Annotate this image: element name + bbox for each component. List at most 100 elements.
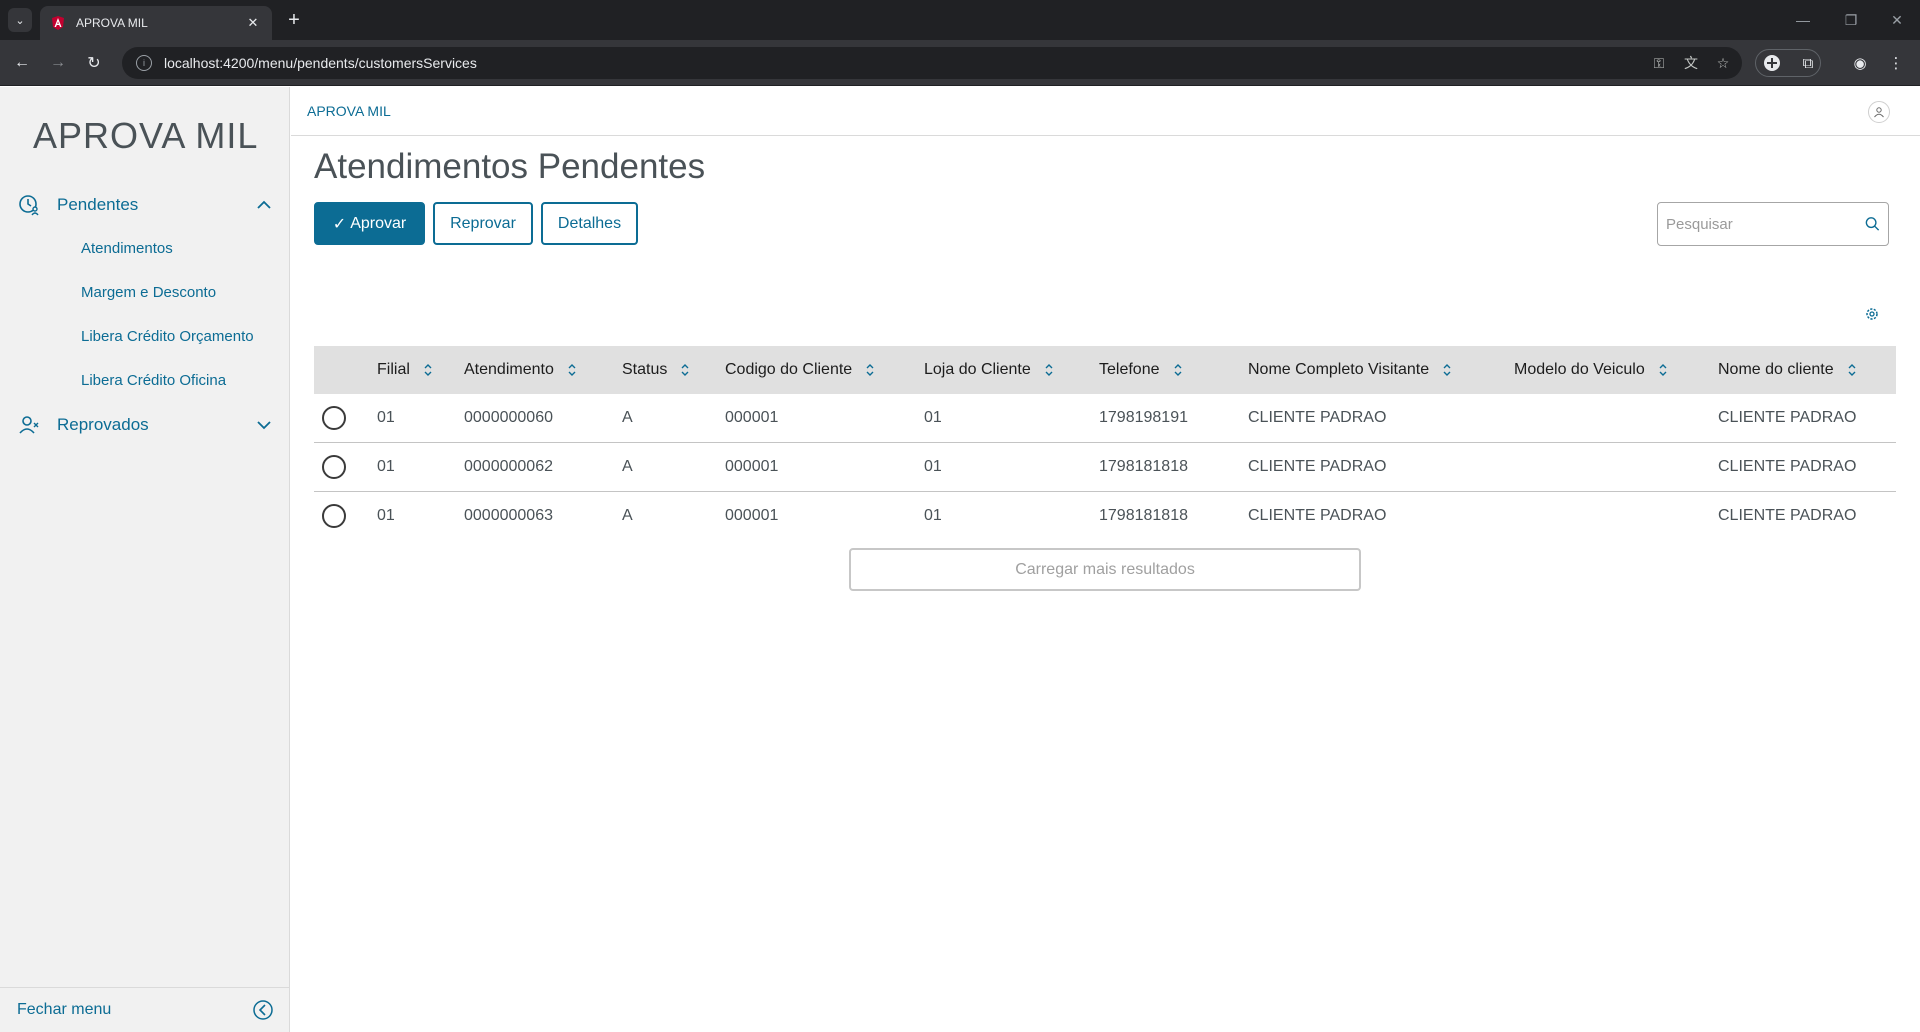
sidebar-group-label: Reprovados <box>57 415 149 434</box>
table-cell: 01 <box>377 458 395 475</box>
column-header[interactable]: Atendimento <box>464 346 578 394</box>
table-body: 01 0000000060 A 000001 01 1798198191 CLIENTE P… <box>314 394 1896 541</box>
column-header[interactable]: Nome Completo Visitante <box>1248 346 1453 394</box>
main-content: APROVA MIL Atendimentos Pendentes ✓ Apro… <box>291 87 1920 1032</box>
table-cell: 000001 <box>725 409 779 426</box>
column-header[interactable]: Telefone <box>1099 346 1184 394</box>
sort-icon[interactable] <box>864 363 876 377</box>
bookmark-star-icon[interactable]: ☆ <box>1714 54 1732 72</box>
table-row[interactable]: 01 0000000062 A 000001 01 1798181818 CLIENTE P… <box>314 443 1896 492</box>
table-cell: 000001 <box>725 507 779 524</box>
column-header-label: Nome do cliente <box>1718 361 1834 378</box>
column-header[interactable]: Modelo do Veiculo <box>1514 346 1669 394</box>
sort-icon[interactable] <box>566 363 578 377</box>
user-x-icon <box>19 416 39 434</box>
column-header-label: Filial <box>377 361 410 378</box>
table-cell: 1798181818 <box>1099 507 1188 524</box>
extension-add-icon[interactable] <box>1761 52 1783 74</box>
details-button[interactable]: Detalhes <box>541 202 638 245</box>
table-cell: 01 <box>377 409 395 426</box>
browser-tab-bar: ⌄ APROVA MIL ✕ + — ❐ ✕ <box>0 0 1920 40</box>
table-cell: 0000000062 <box>464 458 553 475</box>
sort-icon[interactable] <box>1846 363 1858 377</box>
sort-icon[interactable] <box>679 363 691 377</box>
close-menu-button[interactable]: Fechar menu <box>0 987 290 1032</box>
customers-table: Filial Atendimento Status Codigo do Cliente… <box>314 346 1896 541</box>
address-bar[interactable]: i localhost:4200/menu/pendents/customers… <box>122 47 1742 79</box>
table-cell: CLIENTE PADRAO <box>1248 507 1387 524</box>
browser-tab[interactable]: APROVA MIL ✕ <box>40 6 272 40</box>
chevron-down-icon <box>257 421 271 430</box>
search-icon[interactable] <box>1865 213 1880 235</box>
brand-logo: APROVA MIL <box>33 115 259 156</box>
row-select-radio[interactable] <box>322 455 346 479</box>
back-icon[interactable]: ← <box>10 51 34 75</box>
search-input[interactable] <box>1666 215 1865 233</box>
column-header-label: Telefone <box>1099 361 1160 378</box>
column-header[interactable]: Nome do cliente <box>1718 346 1858 394</box>
column-header[interactable]: Codigo do Cliente <box>725 346 876 394</box>
close-menu-label: Fechar menu <box>17 1001 112 1018</box>
row-select-radio[interactable] <box>322 504 346 528</box>
column-header-label: Loja do Cliente <box>924 361 1031 378</box>
url-text: localhost:4200/menu/pendents/customersSe… <box>164 55 477 71</box>
new-tab-button[interactable]: + <box>282 8 306 32</box>
column-header[interactable]: Status <box>622 346 691 394</box>
sort-icon[interactable] <box>1043 363 1055 377</box>
password-key-icon[interactable]: ⚿ <box>1650 54 1668 72</box>
browser-toolbar: ← → ↻ i localhost:4200/menu/pendents/cus… <box>0 40 1920 86</box>
table-cell: 01 <box>924 409 942 426</box>
window-close-icon[interactable]: ✕ <box>1882 8 1912 32</box>
minimize-icon[interactable]: — <box>1788 8 1818 32</box>
sidebar: APROVA MIL Pendentes Atendimentos Margem… <box>0 87 290 1032</box>
sort-icon[interactable] <box>1441 363 1453 377</box>
translate-icon[interactable]: 文 <box>1682 54 1700 72</box>
column-header[interactable]: Loja do Cliente <box>924 346 1055 394</box>
table-cell: CLIENTE PADRAO <box>1248 409 1387 426</box>
column-header-label: Nome Completo Visitante <box>1248 361 1430 378</box>
forward-icon[interactable]: → <box>46 51 70 75</box>
table-row[interactable]: 01 0000000063 A 000001 01 1798181818 CLIENTE P… <box>314 492 1896 541</box>
user-avatar-icon[interactable] <box>1868 101 1890 123</box>
table-cell: 01 <box>377 507 395 524</box>
column-header[interactable]: Filial <box>377 346 434 394</box>
column-header-label: Status <box>622 361 668 378</box>
sidebar-group-pendentes[interactable]: Pendentes <box>0 185 290 225</box>
tab-search-button[interactable]: ⌄ <box>8 8 32 32</box>
page-title: Atendimentos Pendentes <box>314 147 706 186</box>
tab-close-icon[interactable]: ✕ <box>244 15 262 31</box>
gear-icon[interactable] <box>1864 306 1880 322</box>
table-cell: CLIENTE PADRAO <box>1718 507 1857 524</box>
sidebar-item-margem-desconto[interactable]: Margem e Desconto <box>81 284 216 301</box>
sidebar-item-libera-credito-orcamento[interactable]: Libera Crédito Orçamento <box>81 328 254 345</box>
profile-icon[interactable]: ◉ <box>1849 52 1871 74</box>
table-cell: 01 <box>924 458 942 475</box>
restore-icon[interactable]: ❐ <box>1836 8 1866 32</box>
sort-icon[interactable] <box>1172 363 1184 377</box>
reject-button[interactable]: Reprovar <box>433 202 533 245</box>
search-field <box>1657 202 1889 246</box>
check-icon: ✓ <box>332 215 347 233</box>
table-cell: 000001 <box>725 458 779 475</box>
sidebar-item-atendimentos[interactable]: Atendimentos <box>81 240 173 257</box>
sidebar-item-libera-credito-oficina[interactable]: Libera Crédito Oficina <box>81 372 226 389</box>
extensions-puzzle-icon[interactable]: ⧉ <box>1797 52 1819 74</box>
site-info-icon[interactable]: i <box>136 55 152 71</box>
load-more-button[interactable]: Carregar mais resultados <box>849 548 1361 591</box>
table-row[interactable]: 01 0000000060 A 000001 01 1798198191 CLIENTE P… <box>314 394 1896 443</box>
row-select-radio[interactable] <box>322 406 346 430</box>
table-cell: A <box>622 458 633 475</box>
reload-icon[interactable]: ↻ <box>82 51 106 75</box>
sidebar-group-reprovados[interactable]: Reprovados <box>0 405 290 445</box>
sort-icon[interactable] <box>1657 363 1669 377</box>
table-cell: 0000000063 <box>464 507 553 524</box>
table-cell: CLIENTE PADRAO <box>1718 458 1857 475</box>
chevron-up-icon <box>257 200 271 209</box>
browser-menu-icon[interactable]: ⋮ <box>1885 52 1907 74</box>
chevron-left-circle-icon <box>253 1000 273 1020</box>
breadcrumb[interactable]: APROVA MIL <box>307 103 391 119</box>
approve-button[interactable]: ✓ Aprovar <box>314 202 425 245</box>
sort-icon[interactable] <box>422 363 434 377</box>
sidebar-group-label: Pendentes <box>57 195 139 214</box>
column-header-label: Modelo do Veiculo <box>1514 361 1645 378</box>
